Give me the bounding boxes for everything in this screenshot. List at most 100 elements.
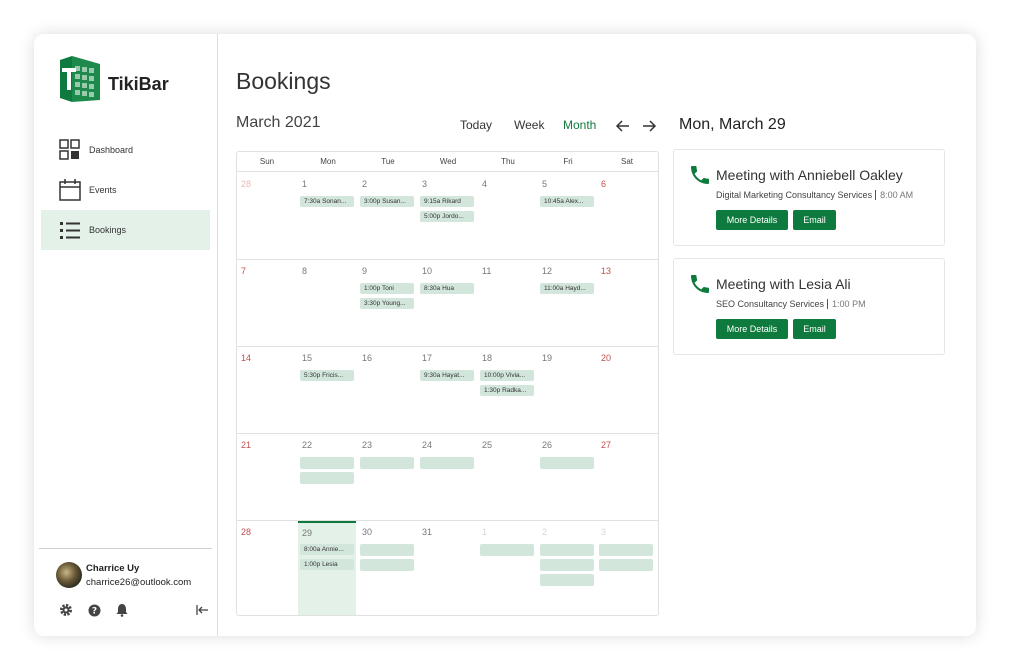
day-number[interactable]: 30 [362,527,372,537]
calendar-event[interactable] [300,457,354,469]
meeting-service: SEO Consultancy Services [716,299,825,309]
view-week-button[interactable]: Week [514,118,544,132]
sidebar-item-label: Dashboard [89,145,134,155]
day-number[interactable]: 28 [241,527,251,537]
sidebar-item-label: Events [89,185,117,195]
day-number[interactable]: 23 [362,440,372,450]
day-number[interactable]: 25 [482,440,492,450]
day-number[interactable]: 21 [241,440,251,450]
calendar-weekday-header: Sun Mon Tue Wed Thu Fri Sat [237,152,658,172]
day-number[interactable]: 5 [542,179,547,189]
calendar-event[interactable]: 1:00p Toni [360,283,414,294]
prev-month-arrow-icon[interactable] [615,118,631,134]
sidebar: TikiBar Dashboard Events Bookings Charri… [34,34,218,636]
calendar-event[interactable] [300,472,354,484]
day-number[interactable]: 16 [362,353,372,363]
calendar-event[interactable]: 5:30p Fricis... [300,370,354,381]
app-window: TikiBar Dashboard Events Bookings Charri… [34,34,976,636]
day-number[interactable]: 27 [601,440,611,450]
calendar-icon [59,179,81,201]
calendar-event[interactable] [540,457,594,469]
calendar-event[interactable] [599,559,653,571]
day-number[interactable]: 17 [422,353,432,363]
calendar-event[interactable] [480,544,534,556]
app-logo[interactable]: TikiBar [58,56,188,106]
calendar-event[interactable]: 1:00p Lesia [300,559,354,570]
day-number[interactable]: 26 [542,440,552,450]
day-number[interactable]: 4 [482,179,487,189]
email-button[interactable]: Email [793,210,836,230]
meeting-card[interactable]: Meeting with Anniebell Oakley Digital Ma… [673,149,945,246]
sidebar-item-bookings[interactable]: Bookings [41,210,210,250]
day-number[interactable]: 6 [601,179,606,189]
view-today-button[interactable]: Today [460,118,492,132]
day-number[interactable]: 8 [302,266,307,276]
day-number[interactable]: 18 [482,353,492,363]
day-number[interactable]: 1 [302,179,307,189]
collapse-sidebar-icon[interactable] [194,602,210,618]
week-divider [237,520,658,521]
day-number[interactable]: 20 [601,353,611,363]
calendar-event[interactable]: 10:00p Vivia... [480,370,534,381]
calendar-event[interactable] [540,574,594,586]
calendar-month-label: March 2021 [236,114,321,131]
day-number[interactable]: 24 [422,440,432,450]
calendar-event[interactable]: 9:30a Hayat... [420,370,474,381]
more-details-button[interactable]: More Details [716,210,788,230]
day-number[interactable]: 3 [601,527,606,537]
calendar-event[interactable] [360,544,414,556]
day-number[interactable]: 1 [482,527,487,537]
list-icon [59,219,81,241]
day-number[interactable]: 12 [542,266,552,276]
meeting-card[interactable]: Meeting with Lesia Ali SEO Consultancy S… [673,258,945,355]
user-profile[interactable]: Charrice Uy charrice26@outlook.com [56,562,191,588]
next-month-arrow-icon[interactable] [641,118,657,134]
sidebar-nav: Dashboard Events Bookings [41,130,210,250]
phone-icon [691,166,709,184]
help-icon[interactable]: ? [86,602,102,618]
bell-icon[interactable] [114,602,130,618]
calendar-event[interactable] [599,544,653,556]
calendar-event[interactable]: 9:15a Rikard [420,196,474,207]
gear-icon[interactable] [58,602,74,618]
calendar-event[interactable]: 8:30a Hua [420,283,474,294]
calendar-event[interactable] [360,457,414,469]
calendar-event[interactable]: 10:45a Alex... [540,196,594,207]
day-number[interactable]: 7 [241,266,246,276]
calendar-event[interactable] [420,457,474,469]
weekday-label: Wed [439,157,457,166]
calendar-event[interactable]: 7:30a Sonan... [300,196,354,207]
day-number[interactable]: 10 [422,266,432,276]
day-number[interactable]: 2 [362,179,367,189]
day-number[interactable]: 22 [302,440,312,450]
day-number[interactable]: 31 [422,527,432,537]
calendar-event[interactable]: 3:30p Young... [360,298,414,309]
calendar-event[interactable] [540,544,594,556]
more-details-button[interactable]: More Details [716,319,788,339]
day-number[interactable]: 11 [482,266,491,276]
day-number[interactable]: 19 [542,353,552,363]
day-number[interactable]: 14 [241,353,251,363]
calendar-event[interactable]: 1:30p Radka... [480,385,534,396]
email-button[interactable]: Email [793,319,836,339]
calendar-event[interactable] [360,559,414,571]
calendar-event[interactable]: 11:00a Hayd... [540,283,594,294]
meeting-subtitle: Digital Marketing Consultancy Services 8:… [716,190,914,200]
calendar-event[interactable]: 8:00a Annie... [300,544,354,555]
sidebar-item-dashboard[interactable]: Dashboard [41,130,210,170]
day-number[interactable]: 15 [302,353,312,363]
app-name: TikiBar [108,74,169,94]
day-number[interactable]: 3 [422,179,427,189]
day-number[interactable]: 29 [302,528,312,538]
sidebar-item-events[interactable]: Events [41,170,210,210]
month-calendar: Sun Mon Tue Wed Thu Fri Sat 28 1 7:30a Sonan... 2… [236,151,659,616]
meeting-time: 8:00 AM [875,190,914,200]
day-number[interactable]: 28 [241,179,251,189]
view-month-button[interactable]: Month [563,118,596,132]
day-number[interactable]: 9 [362,266,367,276]
calendar-event[interactable]: 5:00p Jordo... [420,211,474,222]
calendar-event[interactable]: 3:00p Susan... [360,196,414,207]
calendar-event[interactable] [540,559,594,571]
day-number[interactable]: 2 [542,527,547,537]
day-number[interactable]: 13 [601,266,611,276]
